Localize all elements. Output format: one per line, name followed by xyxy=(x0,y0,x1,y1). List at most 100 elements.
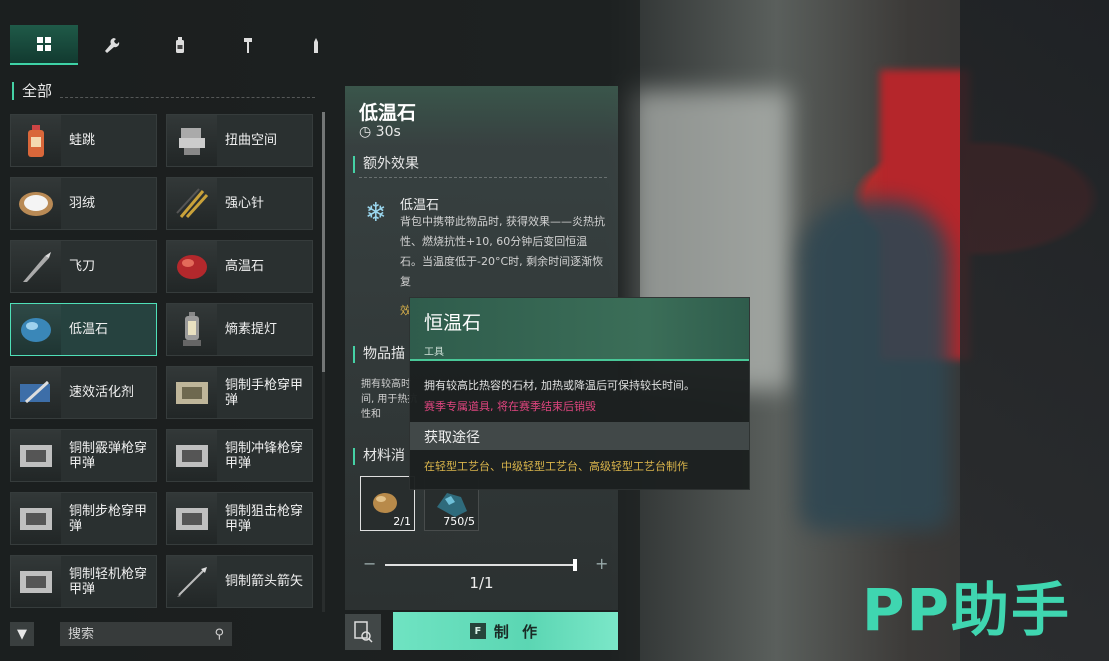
item-name: 铜制箭头箭矢 xyxy=(225,574,304,589)
item-thumbnail xyxy=(167,556,217,607)
item-name: 羽绒 xyxy=(69,196,96,211)
item-card[interactable]: 飞刀 xyxy=(10,240,157,293)
detail-title: 低温石 xyxy=(359,102,417,124)
item-name: 铜制冲锋枪穿甲弹 xyxy=(225,440,304,471)
material-count: 750/5 xyxy=(443,515,475,528)
tooltip-title: 恒温石 xyxy=(424,312,482,334)
item-thumbnail xyxy=(11,304,61,355)
hammer-icon xyxy=(244,38,252,53)
search-icon[interactable]: ⚲ xyxy=(214,627,224,642)
item-thumbnail xyxy=(11,115,61,166)
quantity-slider[interactable]: − + xyxy=(363,554,608,573)
item-card[interactable]: 铜制狙击枪穿甲弹 xyxy=(166,492,313,545)
craft-button[interactable]: F 制 作 xyxy=(393,612,618,650)
bullet-icon xyxy=(314,38,318,53)
slider-fill xyxy=(385,564,575,566)
decrease-button[interactable]: − xyxy=(363,554,376,573)
recipe-info-button[interactable] xyxy=(345,614,381,650)
item-card[interactable]: 扭曲空间 xyxy=(166,114,313,167)
search-input[interactable] xyxy=(68,626,188,642)
slider-track[interactable] xyxy=(385,564,575,566)
item-card[interactable]: 羽绒 xyxy=(10,177,157,230)
item-thumbnail xyxy=(167,115,217,166)
item-thumbnail xyxy=(11,241,61,292)
item-card[interactable]: 熵素提灯 xyxy=(166,303,313,356)
item-name: 扭曲空间 xyxy=(225,133,278,148)
item-grid: 蛙跳 扭曲空间 羽绒 强心针 飞刀 高温石 低温石 熵素提灯 速效活化剂 铜制手… xyxy=(10,114,315,612)
effect-description: 背包中携带此物品时, 获得效果——炎热抗性、燃烧抗性+10, 60分钟后变回恒温… xyxy=(400,215,605,288)
effect-name: 低温石 xyxy=(400,198,440,213)
tooltip-description: 拥有较高比热容的石材, 加热或降温后可保持较长时间。 xyxy=(424,379,695,392)
keybind-hint: F xyxy=(469,623,486,639)
material-count: 2/1 xyxy=(393,515,411,528)
background-dark-right xyxy=(960,0,1109,661)
item-thumbnail xyxy=(11,493,61,544)
item-name: 低温石 xyxy=(69,322,109,337)
item-name: 蛙跳 xyxy=(69,133,96,148)
filter-icon: ▼ xyxy=(17,626,27,642)
category-tabs xyxy=(10,25,350,65)
tab-tools[interactable] xyxy=(78,25,146,65)
tooltip-type: 工具 xyxy=(424,347,444,358)
item-name: 铜制霰弹枪穿甲弹 xyxy=(69,440,148,471)
item-name: 强心针 xyxy=(225,196,265,211)
tab-consumables[interactable] xyxy=(146,25,214,65)
tooltip-season-note: 赛季专属道具, 将在赛季结束后销毁 xyxy=(424,400,596,413)
item-name: 铜制狙击枪穿甲弹 xyxy=(225,503,304,534)
filter-button[interactable]: ▼ xyxy=(10,622,34,646)
item-card[interactable]: 铜制冲锋枪穿甲弹 xyxy=(166,429,313,482)
materials-title: 材料消 xyxy=(353,448,405,465)
item-thumbnail xyxy=(11,430,61,481)
item-thumbnail xyxy=(167,367,217,418)
extra-effect-title: 额外效果 xyxy=(353,156,419,173)
category-title: 全部 xyxy=(12,82,52,100)
item-name: 飞刀 xyxy=(69,259,96,274)
extra-effect-divider xyxy=(359,177,607,178)
material-slot[interactable]: 2/1 xyxy=(360,476,415,531)
item-list-scrollbar[interactable] xyxy=(322,112,325,612)
background-figure xyxy=(800,200,950,530)
tooltip-source-header: 获取途径 xyxy=(410,422,749,450)
item-thumbnail xyxy=(167,178,217,229)
item-name: 铜制轻机枪穿甲弹 xyxy=(69,566,148,597)
item-thumbnail xyxy=(167,430,217,481)
slider-handle[interactable] xyxy=(573,559,577,571)
item-card-selected[interactable]: 低温石 xyxy=(10,303,157,356)
item-thumbnail xyxy=(167,304,217,355)
bottle-icon xyxy=(176,37,184,53)
craft-time-value: 30s xyxy=(375,124,401,140)
search-box[interactable]: ⚲ xyxy=(60,622,232,646)
craft-button-label: 制 作 xyxy=(493,622,542,641)
item-card[interactable]: 蛙跳 xyxy=(10,114,157,167)
item-thumbnail xyxy=(167,241,217,292)
item-thumbnail xyxy=(11,556,61,607)
item-name: 熵素提灯 xyxy=(225,322,278,337)
category-divider xyxy=(60,97,315,98)
item-name: 铜制手枪穿甲弹 xyxy=(225,377,304,408)
increase-button[interactable]: + xyxy=(595,554,608,573)
tab-weapons[interactable] xyxy=(214,25,282,65)
item-name: 铜制步枪穿甲弹 xyxy=(69,503,148,534)
scrollbar-thumb[interactable] xyxy=(322,112,325,372)
tab-all[interactable] xyxy=(10,25,78,65)
craft-time: ◷ 30s xyxy=(359,124,401,140)
item-card[interactable]: 铜制手枪穿甲弹 xyxy=(166,366,313,419)
item-card[interactable]: 铜制轻机枪穿甲弹 xyxy=(10,555,157,608)
wrench-icon xyxy=(105,38,120,53)
item-card[interactable]: 速效活化剂 xyxy=(10,366,157,419)
item-card[interactable]: 强心针 xyxy=(166,177,313,230)
tooltip-header: 恒温石 工具 xyxy=(410,298,749,361)
snowflake-icon: ❄ xyxy=(365,198,387,228)
item-thumbnail xyxy=(11,178,61,229)
material-tooltip: 恒温石 工具 拥有较高比热容的石材, 加热或降温后可保持较长时间。 赛季专属道具… xyxy=(409,297,750,490)
item-card[interactable]: 铜制步枪穿甲弹 xyxy=(10,492,157,545)
item-description-title: 物品描 xyxy=(353,346,405,363)
item-card[interactable]: 铜制霰弹枪穿甲弹 xyxy=(10,429,157,482)
tab-ammo[interactable] xyxy=(282,25,350,65)
item-card[interactable]: 高温石 xyxy=(166,240,313,293)
grid-icon xyxy=(37,37,51,51)
item-name: 高温石 xyxy=(225,259,265,274)
item-card[interactable]: 铜制箭头箭矢 xyxy=(166,555,313,608)
tooltip-source-title: 获取途径 xyxy=(424,430,480,446)
item-name: 速效活化剂 xyxy=(69,385,135,400)
